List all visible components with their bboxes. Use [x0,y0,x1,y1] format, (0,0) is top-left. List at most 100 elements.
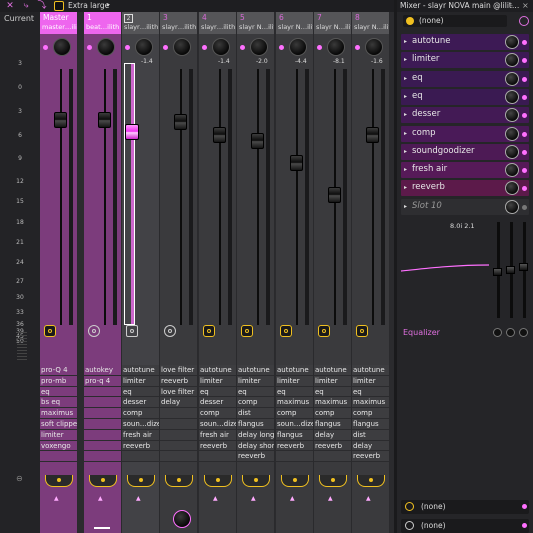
effect-slot[interactable]: delay short [237,440,274,452]
effect-slot[interactable]: autotune [237,365,274,376]
output-select[interactable]: (none) [401,500,529,514]
eq-mid-knob[interactable] [506,328,515,337]
effect-slot[interactable]: reeverb [276,440,313,452]
effect-slot[interactable]: love filter [160,386,197,398]
volume-fader-track[interactable] [180,69,182,325]
track-header[interactable]: 3 slayr…ilith [160,12,197,34]
effect-slot[interactable]: soun…dizer [276,418,313,430]
track-enable-led[interactable] [43,45,48,50]
effect-slot[interactable]: eq [352,386,389,398]
effect-slot[interactable]: limiter [352,375,389,387]
volume-fader-track[interactable] [372,69,374,325]
fx-mix-knob[interactable] [505,144,519,159]
stereo-width-bar[interactable] [94,527,110,529]
fx-slot[interactable]: ▸ autotune [401,34,529,50]
route-send-button[interactable] [242,475,270,487]
effect-slot[interactable]: reeverb [199,440,236,452]
effect-slot[interactable] [160,408,197,419]
pan-knob[interactable] [212,38,230,56]
fx-expand-icon[interactable]: ▸ [404,38,407,45]
track-header[interactable]: 6slayr N…ilith [276,12,313,34]
volume-fader-handle[interactable] [366,127,379,143]
effect-slot[interactable]: reeverb [352,451,389,463]
effect-slot[interactable]: autotune [122,365,159,376]
effect-slot[interactable] [84,429,121,441]
pan-knob[interactable] [135,38,153,56]
track-enable-led[interactable] [240,45,245,50]
effect-slot[interactable]: autotune [276,365,313,376]
effect-slot[interactable]: limiter [122,375,159,387]
effect-slot[interactable] [122,451,159,463]
eq-band-low-handle[interactable] [493,268,502,276]
effect-slot[interactable]: eq [237,386,274,398]
track-enable-led[interactable] [355,45,360,50]
fx-expand-icon[interactable]: ▸ [404,184,407,191]
fx-slot[interactable]: ▸ eq [401,88,529,105]
effect-slot[interactable]: fresh air [122,429,159,441]
pan-knob[interactable] [365,38,383,56]
effect-slot[interactable]: flangus [237,418,274,430]
effect-slot[interactable] [84,418,121,430]
effect-slot[interactable]: pro-Q 4 [40,365,77,376]
mix-toggle-button[interactable] [356,325,368,337]
effect-slot[interactable]: autokey [84,365,121,376]
mix-toggle-button[interactable] [44,325,56,337]
track-header[interactable]: 2 slayr…ilith [122,12,159,34]
track-header[interactable]: 1 beat…ilith [84,12,121,34]
fx-mix-knob[interactable] [505,71,519,86]
effect-slot[interactable] [199,451,236,463]
route-up-icon[interactable]: ▲ [213,495,218,502]
fx-mix-knob[interactable] [505,163,519,178]
effect-slot[interactable] [84,386,121,398]
effect-slot[interactable]: eq [199,386,236,398]
volume-fader-handle[interactable] [328,187,341,203]
fx-enable-led[interactable] [522,186,527,192]
effect-slot[interactable]: comp [276,408,313,419]
route-send-button[interactable] [165,475,193,487]
mixer-track[interactable]: 2 slayr…ilith -1.4 autotune limiter eq desser c… [122,12,160,533]
effect-slot[interactable]: bs eq [40,397,77,409]
close-icon[interactable]: × [522,1,529,10]
fx-mix-knob[interactable] [505,126,519,141]
volume-fader-track[interactable] [257,69,259,325]
fx-enable-led[interactable] [522,94,527,100]
effect-slot[interactable]: flangus [314,418,351,430]
effect-slot[interactable] [160,418,197,430]
track-header[interactable]: 8slayr N…ilith [352,12,389,34]
effect-slot[interactable] [160,440,197,452]
effect-slot[interactable]: soun…dizer [122,418,159,430]
effect-slot[interactable] [160,451,197,463]
effect-slot[interactable]: soun…dizer [199,418,236,430]
effect-slot[interactable]: eq [40,386,77,398]
lock-icon[interactable]: ⊖ [16,474,23,483]
route-send-button[interactable] [45,475,73,487]
effect-slot[interactable]: comp [237,397,274,409]
effect-slot[interactable]: maximus [352,397,389,409]
effect-slot[interactable]: delay [160,397,197,409]
link-tool-2-icon[interactable]: ⤵ [36,1,48,11]
pan-knob[interactable] [289,38,307,56]
pan-knob[interactable] [173,38,191,56]
fx-mix-knob[interactable] [505,53,519,68]
effect-slot[interactable]: comp [199,408,236,419]
effect-slot[interactable]: comp [352,408,389,419]
fx-expand-icon[interactable]: ▸ [404,75,407,82]
volume-fader-track[interactable] [104,69,106,325]
volume-fader-track[interactable] [219,69,221,325]
fx-slot[interactable]: ▸ reeverb [401,180,529,197]
fx-enable-led[interactable] [522,149,527,155]
effect-slot[interactable] [314,451,351,463]
track-header[interactable]: Mastermaster…ilith [40,12,77,34]
track-header[interactable]: 7slayr N…ilith [314,12,351,34]
effect-slot[interactable] [276,451,313,463]
effect-slot[interactable]: delay [314,429,351,441]
effect-slot[interactable] [84,408,121,419]
effect-slot[interactable]: flangus [352,418,389,430]
view-size-button[interactable] [54,1,64,11]
mix-toggle-button[interactable] [88,325,100,337]
mix-toggle-button[interactable] [164,325,176,337]
effect-slot[interactable]: autotune [352,365,389,376]
volume-fader-track[interactable] [296,69,298,325]
fx-enable-led[interactable] [522,113,527,119]
route-up-icon[interactable]: ▲ [366,495,371,502]
